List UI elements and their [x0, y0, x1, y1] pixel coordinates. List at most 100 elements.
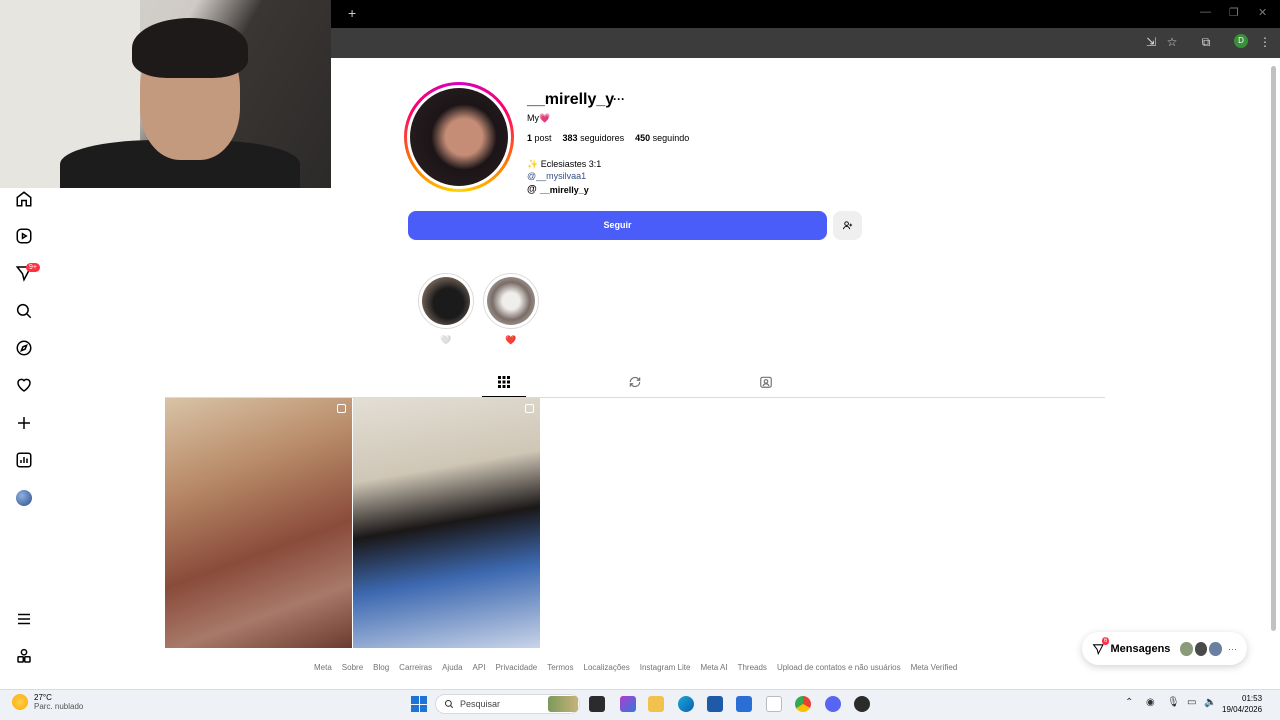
footer-link[interactable]: Privacidade: [495, 663, 537, 672]
taskbar-search-placeholder: Pesquisar: [460, 699, 501, 709]
profile-avatar-story-ring[interactable]: [404, 82, 514, 192]
search-icon: [444, 699, 454, 709]
profile-username: __mirelly_y: [527, 91, 615, 108]
network-icon[interactable]: ▭: [1187, 697, 1196, 708]
microphone-icon[interactable]: 🎙: [1167, 697, 1180, 708]
minimize-button[interactable]: —: [1200, 6, 1211, 18]
messages-label: Mensagens: [1110, 642, 1171, 655]
search-icon[interactable]: [14, 301, 34, 321]
close-window-button[interactable]: ✕: [1258, 6, 1267, 19]
profile-avatar-icon[interactable]: [16, 490, 32, 506]
discord-app-icon[interactable]: [825, 696, 841, 712]
new-tab-button[interactable]: +: [348, 5, 356, 21]
bookmark-star-icon[interactable]: ☆: [1164, 34, 1180, 50]
outlook-app-icon[interactable]: [736, 696, 752, 712]
highlight-cover: [487, 277, 535, 325]
edge-browser-icon[interactable]: [678, 696, 694, 712]
more-icon: ···: [1227, 643, 1237, 654]
notepad-app-icon[interactable]: [766, 696, 782, 712]
page-scrollbar[interactable]: [1271, 66, 1276, 631]
tray-chevron-icon[interactable]: ⌃: [1125, 697, 1133, 708]
extensions-icon[interactable]: ⧉: [1198, 34, 1214, 50]
highlight-item[interactable]: 🤍: [418, 273, 474, 346]
carousel-icon: [525, 404, 534, 413]
carousel-icon: [337, 404, 346, 413]
highlight-item[interactable]: ❤️: [483, 273, 539, 346]
weather-desc: Parc. nublado: [34, 702, 84, 711]
app-icon[interactable]: [854, 696, 870, 712]
tagged-tab-icon[interactable]: [758, 374, 774, 390]
avatar: [1194, 641, 1208, 656]
reposts-tab-icon[interactable]: [627, 374, 643, 390]
footer-link[interactable]: API: [473, 663, 486, 672]
profile-bio-line: ✨ Eclesiastes 3:1: [527, 159, 602, 169]
footer-link[interactable]: Carreiras: [399, 663, 432, 672]
footer-link[interactable]: Termos: [547, 663, 573, 672]
footer-link[interactable]: Meta Verified: [911, 663, 958, 672]
suggested-accounts-button[interactable]: [833, 211, 862, 240]
profile-bio-mention-link[interactable]: @__mysilvaa1: [527, 171, 586, 181]
avatar: [1180, 641, 1193, 656]
home-icon[interactable]: [14, 189, 34, 209]
footer-link[interactable]: Ajuda: [442, 663, 462, 672]
highlight-cover: [422, 277, 470, 325]
more-options-icon[interactable]: ···: [613, 92, 625, 106]
heart-icon[interactable]: [14, 375, 34, 395]
maximize-button[interactable]: ❐: [1229, 6, 1239, 19]
store-app-icon[interactable]: [707, 696, 723, 712]
browser-profile-avatar[interactable]: D: [1234, 34, 1248, 48]
footer-link[interactable]: Instagram Lite: [640, 663, 691, 672]
weather-temp: 27°C: [34, 693, 52, 702]
post-thumbnail[interactable]: [165, 398, 352, 648]
terminal-app-icon[interactable]: [589, 696, 605, 712]
notification-badge: 9+: [26, 263, 40, 272]
messages-badge: 6: [1102, 637, 1110, 645]
install-app-icon[interactable]: ⇲: [1143, 34, 1159, 50]
profile-stats: 1 post 383 seguidores 450 seguindo: [527, 133, 689, 143]
reels-icon[interactable]: [14, 226, 34, 246]
followers-stat[interactable]: 383 seguidores: [563, 133, 625, 143]
weather-icon: [12, 694, 28, 710]
chrome-app-icon[interactable]: [795, 696, 811, 712]
windows-start-icon[interactable]: [411, 696, 427, 712]
footer-links: Meta Sobre Blog Carreiras Ajuda API Priv…: [314, 663, 957, 672]
threads-icon: @: [527, 184, 537, 195]
profile-photo: [410, 88, 508, 186]
follow-button[interactable]: Seguir: [408, 211, 827, 240]
browser-menu-icon[interactable]: ⋮: [1257, 34, 1273, 50]
highlight-label: 🤍: [440, 335, 452, 345]
footer-link[interactable]: Localizações: [584, 663, 630, 672]
clock-time: 01:53: [1242, 694, 1263, 703]
weather-widget[interactable]: 27°C Parc. nublado: [12, 693, 83, 711]
footer-link[interactable]: Threads: [738, 663, 767, 672]
footer-link[interactable]: Sobre: [342, 663, 363, 672]
volume-icon[interactable]: 🔈: [1204, 697, 1216, 708]
threads-handle: __mirelly_y: [539, 184, 589, 195]
search-highlight-icon: [548, 696, 578, 712]
threads-link[interactable]: @ __mirelly_y: [527, 184, 589, 195]
add-person-icon: [842, 221, 853, 230]
footer-link[interactable]: Meta: [314, 663, 332, 672]
posts-grid-tab-icon[interactable]: [496, 374, 512, 390]
dashboard-icon[interactable]: [14, 450, 34, 470]
webcam-overlay: [0, 0, 331, 188]
footer-link[interactable]: Upload de contatos e não usuários: [777, 663, 901, 672]
windows-taskbar: [0, 689, 1280, 720]
clock-date: 19/04/2026: [1222, 705, 1263, 714]
file-explorer-icon[interactable]: [648, 696, 664, 712]
footer-link[interactable]: Meta AI: [700, 663, 727, 672]
footer-link[interactable]: Blog: [373, 663, 389, 672]
post-thumbnail[interactable]: [353, 398, 540, 648]
taskbar-clock[interactable]: 01:53 19/04/2026: [1222, 693, 1262, 715]
create-plus-icon[interactable]: [14, 413, 34, 433]
hamburger-menu-icon[interactable]: [14, 609, 34, 629]
tray-app-icon[interactable]: ◉: [1146, 697, 1155, 708]
active-tab-indicator: [482, 396, 526, 397]
messages-pill[interactable]: 6 Mensagens ···: [1082, 632, 1247, 665]
posts-stat: 1 post: [527, 133, 552, 143]
explore-icon[interactable]: [14, 338, 34, 358]
copilot-app-icon[interactable]: [620, 696, 636, 712]
following-stat[interactable]: 450 seguindo: [635, 133, 689, 143]
meta-apps-icon[interactable]: [14, 646, 34, 666]
highlight-label: ❤️: [505, 335, 517, 345]
